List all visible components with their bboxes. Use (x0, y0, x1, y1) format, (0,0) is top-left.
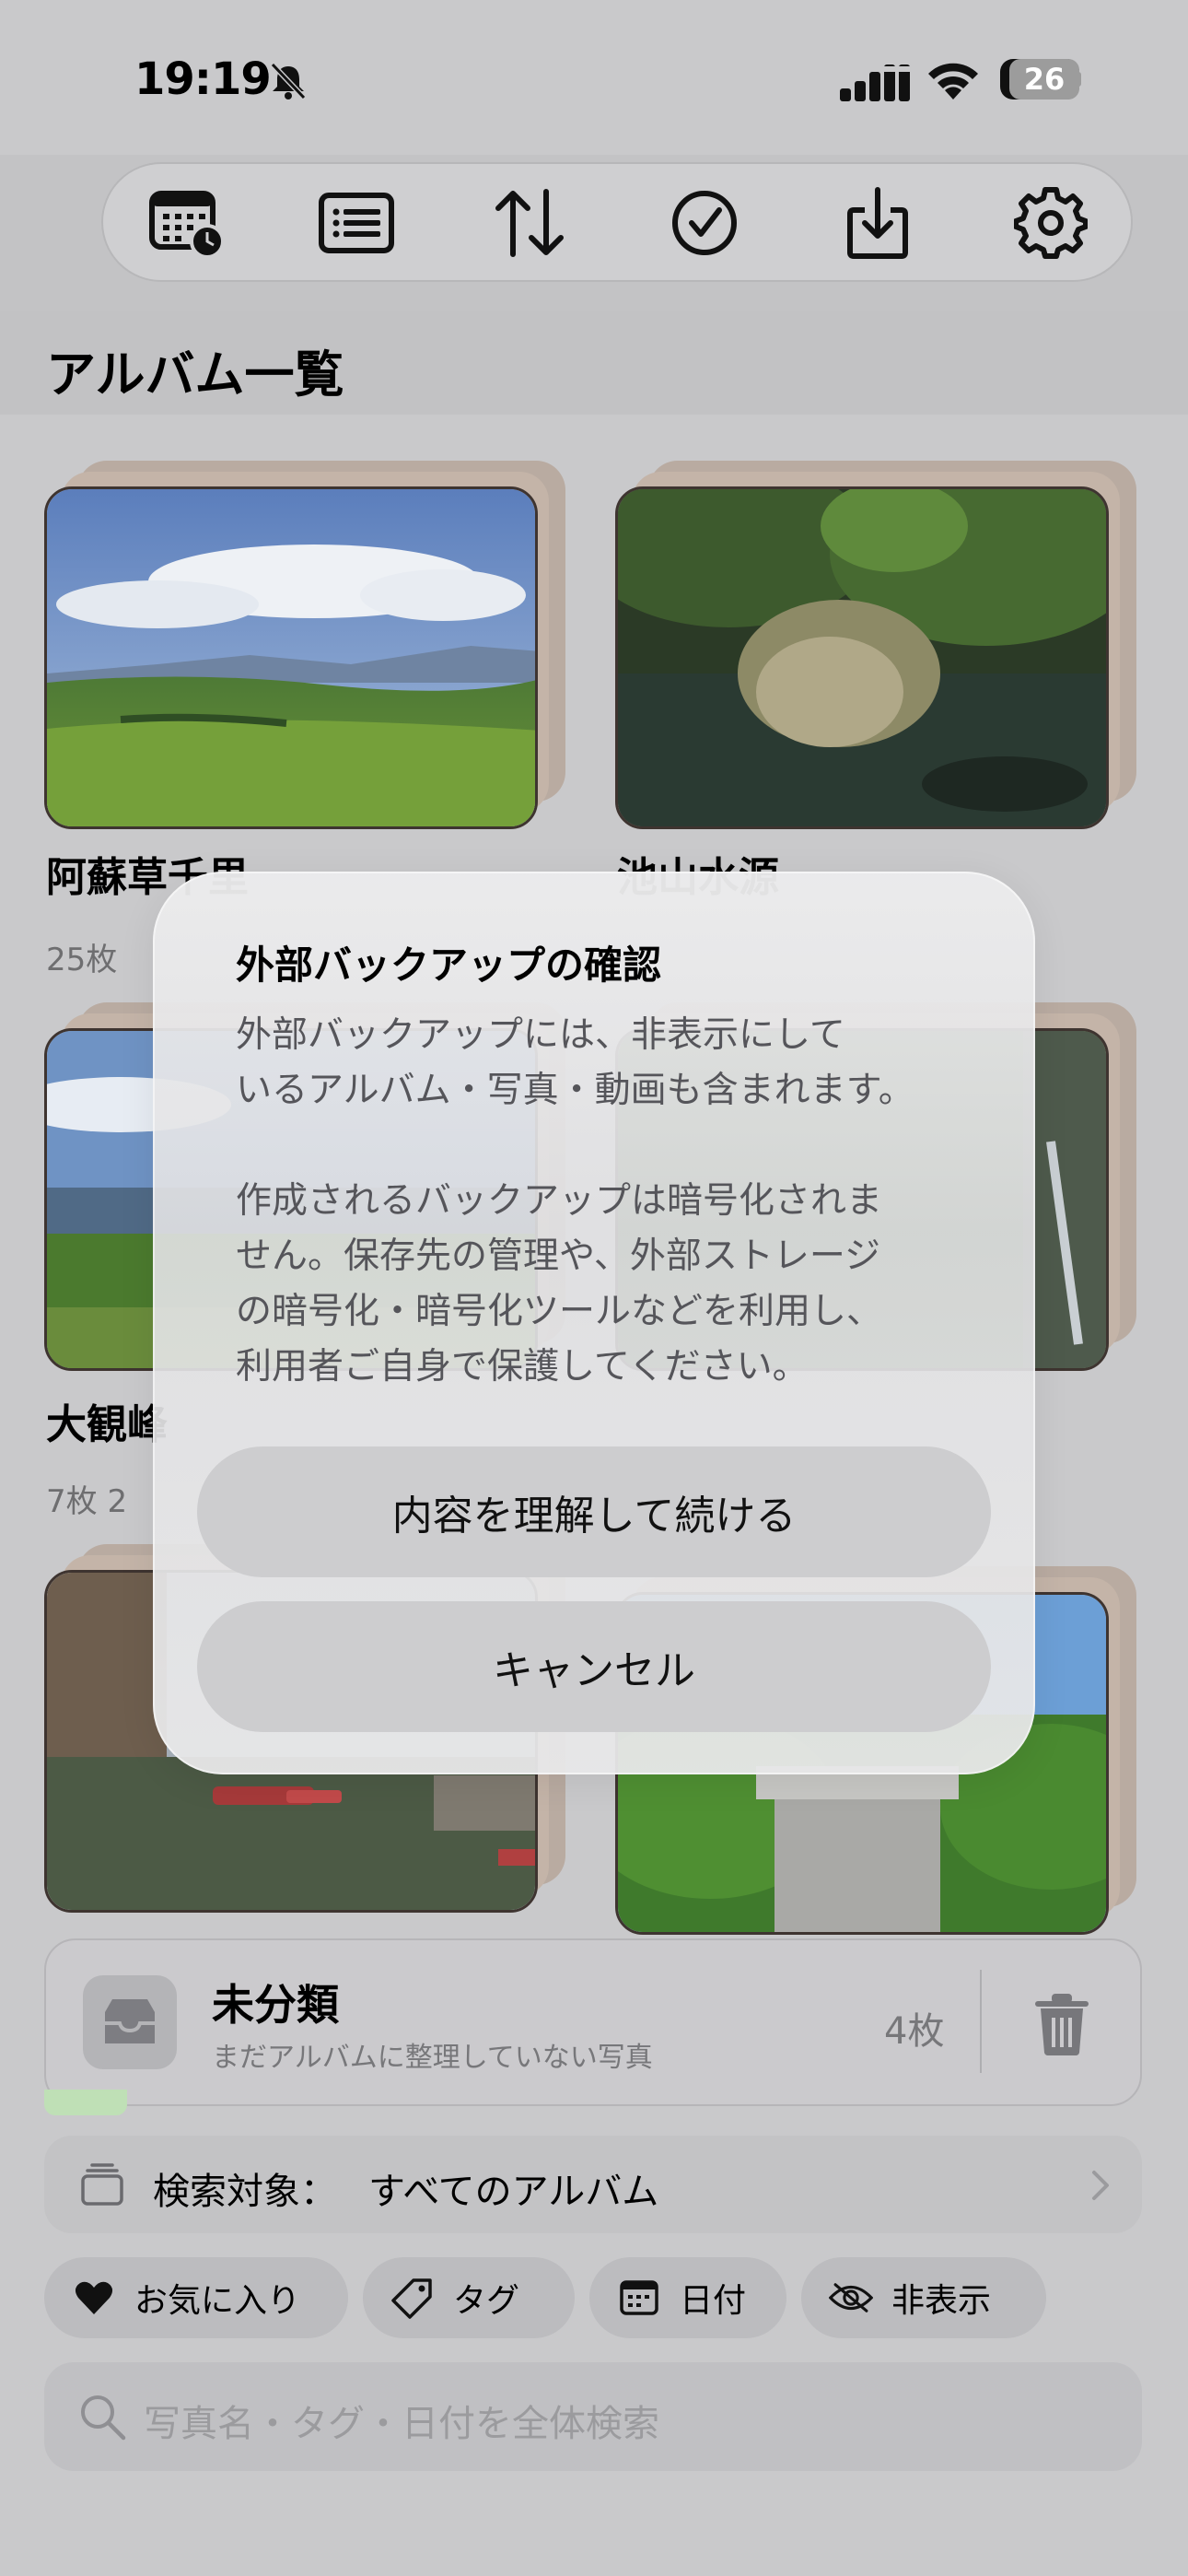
chip-label: お気に入り (134, 2282, 301, 2320)
calendar-clock-button[interactable] (146, 184, 228, 262)
settings-gear-icon (1014, 187, 1088, 259)
page-title: アルバム一覧 (46, 345, 344, 404)
battery-indicator: 26 (1000, 59, 1079, 100)
sort-icon (495, 189, 564, 257)
heart-icon (72, 2276, 116, 2320)
uncategorized-count: 4枚 (884, 2010, 945, 2053)
search-icon (81, 2395, 126, 2441)
battery-level: 26 (1023, 62, 1066, 97)
chip-label: 日付 (680, 2282, 747, 2320)
chip-favorites[interactable]: お気に入り (44, 2257, 348, 2338)
album-name: 大観峰 (46, 1401, 168, 1448)
divider (980, 1970, 982, 2073)
search-input[interactable]: 写真名・タグ・日付を全体検索 (144, 2394, 659, 2447)
search-scope-value: すべてのアルバム (368, 2171, 659, 2213)
cellular-signal-icon (840, 64, 910, 101)
album-card-aso[interactable] (44, 461, 569, 829)
search-scope-label: 検索対象： (153, 2171, 337, 2213)
dialog-message: 外部バックアップには、非表示にして いるアルバム・写真・動画も含まれます。 作成… (236, 1014, 914, 1388)
chip-label: タグ (453, 2282, 520, 2320)
battery-nub (1076, 72, 1081, 87)
import-button[interactable] (836, 184, 919, 262)
uncategorized-title: 未分類 (212, 1980, 339, 2030)
toolbar (101, 162, 1133, 282)
settings-button[interactable] (1009, 184, 1092, 262)
album-thumbnail (44, 486, 538, 829)
select-checkmark-icon (672, 191, 737, 255)
uncategorized-subtitle: まだアルバムに整理していない写真 (212, 2042, 653, 2074)
calendar-clock-icon (149, 191, 225, 258)
chip-hidden[interactable]: 非表示 (801, 2257, 1046, 2338)
import-download-icon (847, 187, 908, 259)
confirm-continue-button[interactable]: 内容を理解して続ける (197, 1446, 991, 1577)
list-view-icon (319, 193, 394, 253)
stack-icon (81, 2163, 123, 2206)
tag-icon (390, 2276, 435, 2320)
album-thumbnail (615, 486, 1109, 829)
chip-date[interactable]: 日付 (589, 2257, 786, 2338)
cancel-button[interactable]: キャンセル (197, 1601, 991, 1732)
trash-icon[interactable] (1030, 1990, 1094, 2056)
album-card-ikeyama[interactable] (615, 461, 1140, 829)
list-view-button[interactable] (315, 184, 398, 262)
chip-tag[interactable]: タグ (363, 2257, 575, 2338)
dialog-title: 外部バックアップの確認 (236, 943, 662, 988)
select-button[interactable] (663, 184, 746, 262)
calendar-icon (617, 2276, 661, 2320)
chip-label: 非表示 (891, 2282, 992, 2320)
sort-button[interactable] (488, 184, 571, 262)
uncategorized-tray-icon (83, 1975, 177, 2069)
album-count: 25枚 (46, 942, 118, 978)
status-time: 19:19 (134, 53, 272, 105)
bell-slash-icon (270, 62, 307, 100)
chevron-right-icon (1092, 2171, 1109, 2200)
eye-slash-icon (829, 2276, 873, 2320)
uncategorized-album[interactable] (44, 1938, 1142, 2106)
status-badge (44, 2090, 127, 2115)
wifi-icon (928, 63, 978, 100)
album-count: 7枚 2 (46, 1483, 128, 1520)
